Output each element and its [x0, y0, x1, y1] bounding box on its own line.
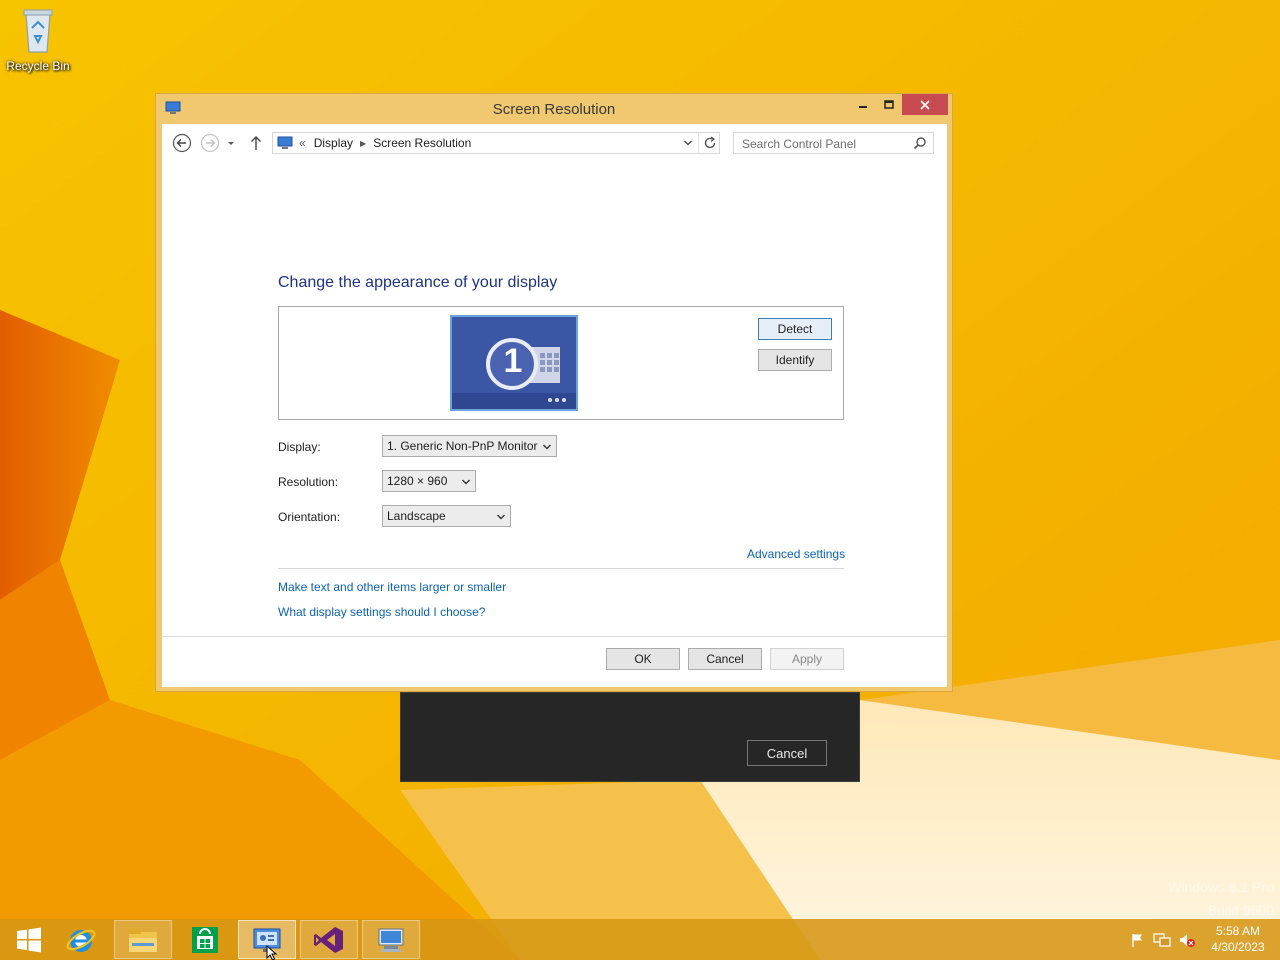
up-button[interactable]: [246, 132, 266, 154]
breadcrumb-screen-resolution[interactable]: Screen Resolution: [373, 136, 471, 150]
recent-locations-button[interactable]: [223, 132, 239, 154]
watermark-edition: Windows 8.1 Pro: [1168, 879, 1274, 895]
title-bar[interactable]: Screen Resolution: [156, 94, 952, 124]
ok-button[interactable]: OK: [606, 648, 680, 670]
display-select[interactable]: 1. Generic Non-PnP Monitor: [382, 435, 557, 457]
file-explorer-button[interactable]: [114, 920, 172, 959]
monitor-number: 1: [503, 342, 523, 380]
chevron-down-icon: [228, 142, 234, 145]
forward-button[interactable]: [199, 132, 221, 154]
windows-logo-icon: [17, 927, 41, 952]
screen-resolution-window: Screen Resolution « Display ▶ Screen Res…: [155, 93, 953, 692]
display-help-link[interactable]: What display settings should I choose?: [278, 605, 485, 619]
refresh-icon: [704, 136, 715, 149]
remote-desktop-button[interactable]: [362, 920, 420, 959]
resolution-select-value: 1280 × 960: [387, 474, 448, 488]
search-input[interactable]: Search Control Panel: [733, 132, 934, 154]
dark-confirmation-dialog: Cancel: [400, 692, 860, 782]
remote-desktop-icon: [378, 928, 404, 952]
display-select-value: 1. Generic Non-PnP Monitor: [387, 439, 538, 453]
identify-button[interactable]: Identify: [758, 349, 832, 371]
search-placeholder: Search Control Panel: [742, 137, 857, 151]
system-clock[interactable]: 5:58 AM 4/30/2023: [1203, 923, 1273, 955]
navigation-bar: « Display ▶ Screen Resolution Search Con…: [162, 124, 947, 162]
recycle-bin-icon: [20, 9, 56, 57]
cancel-button[interactable]: Cancel: [688, 648, 762, 670]
back-button[interactable]: [171, 132, 193, 154]
chevron-down-icon: [461, 476, 471, 490]
resolution-label: Resolution:: [278, 475, 339, 489]
address-bar[interactable]: « Display ▶ Screen Resolution: [272, 132, 720, 154]
close-button[interactable]: [902, 94, 948, 115]
taskbar: 5:58 AM 4/30/2023: [0, 919, 1280, 960]
apply-button[interactable]: Apply: [770, 648, 844, 670]
divider: [278, 568, 844, 569]
breadcrumb-overflow[interactable]: «: [299, 136, 306, 150]
back-arrow-icon: [172, 133, 192, 153]
windows-version-watermark: Windows 8.1 Pro Build 9600: [1168, 876, 1274, 922]
chevron-down-icon: [496, 511, 506, 525]
refresh-button[interactable]: [698, 132, 720, 154]
visual-studio-button[interactable]: [300, 920, 358, 959]
minimize-button[interactable]: [853, 94, 873, 115]
breadcrumb-separator-icon[interactable]: ▶: [360, 139, 366, 148]
monitor-arrangement-area: 1 Detect Identify: [278, 306, 844, 420]
up-arrow-icon: [251, 136, 261, 150]
start-button[interactable]: [0, 920, 58, 959]
recycle-bin-label: Recycle Bin: [6, 59, 70, 73]
orientation-select[interactable]: Landscape: [382, 505, 511, 527]
internet-explorer-icon: [66, 929, 96, 952]
divider: [162, 636, 947, 637]
clock-date: 4/30/2023: [1211, 940, 1265, 954]
search-icon[interactable]: [913, 136, 927, 153]
clock-time: 5:58 AM: [1215, 924, 1261, 938]
advanced-settings-link[interactable]: Advanced settings: [747, 547, 845, 561]
folder-icon: [129, 928, 157, 952]
control-panel-icon: [277, 136, 293, 150]
text-size-link[interactable]: Make text and other items larger or smal…: [278, 580, 506, 594]
window-title: Screen Resolution: [492, 101, 616, 118]
display-label: Display:: [278, 440, 321, 454]
recycle-bin[interactable]: Recycle Bin: [4, 6, 72, 73]
detect-button[interactable]: Detect: [758, 318, 832, 340]
control-panel-taskbar-button[interactable]: [238, 920, 296, 960]
orientation-label: Orientation:: [278, 510, 341, 524]
action-center-flag-icon[interactable]: [1130, 931, 1146, 949]
monitor-1-tile[interactable]: 1: [450, 315, 578, 411]
maximize-button[interactable]: [879, 94, 899, 115]
dialog-cancel-button[interactable]: Cancel: [747, 740, 827, 766]
window-content: « Display ▶ Screen Resolution Search Con…: [162, 124, 947, 687]
network-icon[interactable]: [1153, 931, 1171, 949]
forward-arrow-icon: [200, 133, 220, 153]
chevron-down-icon: [684, 140, 692, 146]
resolution-select[interactable]: 1280 × 960: [382, 470, 476, 492]
mouse-cursor-icon: [266, 945, 278, 960]
internet-explorer-button[interactable]: [52, 920, 110, 959]
breadcrumb-display[interactable]: Display: [314, 136, 353, 150]
orientation-select-value: Landscape: [387, 509, 446, 523]
visual-studio-icon: [314, 926, 343, 953]
volume-muted-icon[interactable]: [1178, 931, 1196, 949]
page-title: Change the appearance of your display: [278, 274, 558, 291]
store-icon: [192, 926, 218, 953]
address-history-button[interactable]: [678, 132, 698, 154]
chevron-down-icon: [542, 441, 552, 455]
store-button[interactable]: [176, 920, 234, 959]
